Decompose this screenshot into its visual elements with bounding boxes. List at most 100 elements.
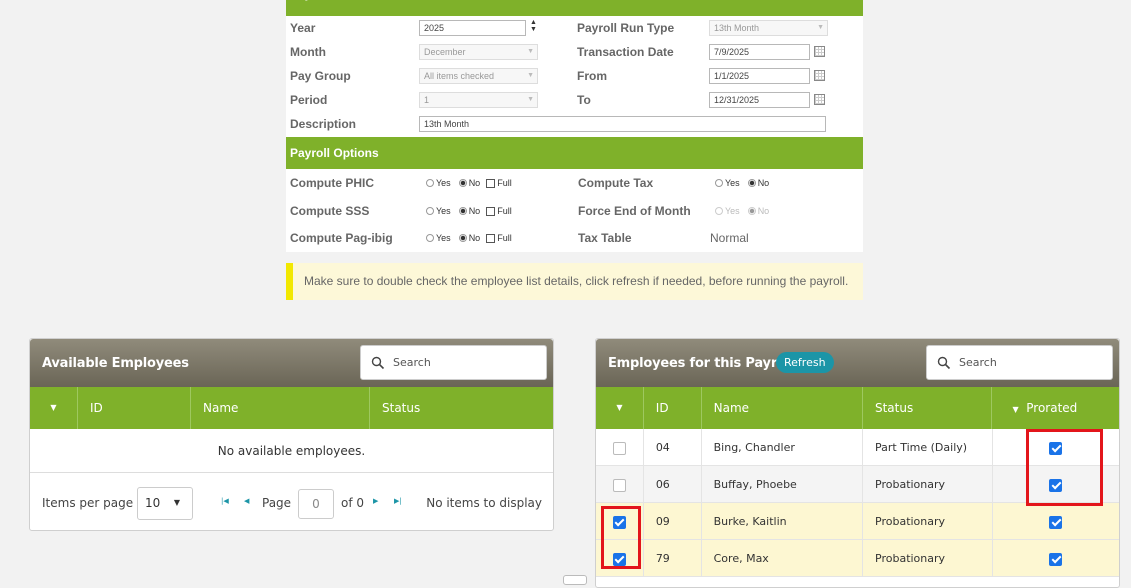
no-items-text: No items to display	[426, 496, 542, 510]
prev-page-icon[interactable]: ◀	[244, 497, 249, 505]
page-input[interactable]: 0	[298, 489, 334, 519]
full-label: Full	[497, 206, 512, 216]
grid-toolbar: Employees for this Payroll Refresh Searc…	[596, 339, 1119, 387]
prorated-checkbox[interactable]	[1049, 515, 1063, 529]
chevron-down-icon: ▼	[527, 72, 534, 79]
column-header-id[interactable]: ID	[78, 387, 191, 429]
items-per-page-select[interactable]: 10 ▼	[137, 487, 193, 520]
compute-sss-label: Compute SSS	[290, 204, 370, 218]
first-page-icon[interactable]: |◀	[221, 497, 229, 505]
calendar-icon[interactable]	[814, 70, 825, 81]
compute-sss-radios[interactable]: Yes No Full	[426, 206, 512, 216]
column-header-prorated[interactable]: ▼ Prorated	[992, 387, 1119, 429]
compute-phic-label: Compute PHIC	[290, 176, 374, 190]
row-status: Probationary	[863, 540, 993, 577]
to-date-input[interactable]: 12/31/2025	[709, 92, 810, 108]
column-header-name[interactable]: Name	[191, 387, 370, 429]
pager: Items per page 10 ▼ |◀ ◀ Page 0 of 0 ▶ ▶…	[30, 473, 553, 531]
last-page-icon[interactable]: ▶|	[394, 497, 402, 505]
transaction-date-input[interactable]: 7/9/2025	[709, 44, 810, 60]
row-select-cell	[596, 466, 644, 503]
items-per-page-label: Items per page	[42, 496, 134, 510]
pay-group-value: All items checked	[424, 71, 495, 81]
period-label: Period	[290, 93, 328, 107]
annotation-box-prorated	[1026, 429, 1103, 506]
search-input[interactable]: Search	[926, 345, 1113, 380]
no-label: No	[468, 206, 481, 216]
yes-label: Yes	[725, 206, 740, 216]
scroll-handle[interactable]	[563, 575, 587, 585]
row-name: Burke, Kaitlin	[702, 503, 864, 540]
calendar-icon[interactable]	[814, 46, 825, 57]
search-placeholder: Search	[959, 356, 997, 369]
radio-yes[interactable]	[426, 234, 434, 242]
radio-yes[interactable]	[715, 179, 723, 187]
items-per-page-value: 10	[145, 496, 161, 510]
grid-title: Employees for this Payroll	[608, 356, 795, 371]
yes-label: Yes	[436, 206, 451, 216]
table-row[interactable]: 79 Core, Max Probationary	[596, 540, 1119, 577]
transaction-date-label: Transaction Date	[577, 45, 674, 59]
row-name: Bing, Chandler	[702, 429, 864, 466]
to-label: To	[577, 93, 591, 107]
year-input[interactable]: 2025	[419, 20, 526, 36]
radio-no[interactable]	[458, 179, 467, 187]
row-select-checkbox[interactable]	[612, 441, 626, 455]
search-input[interactable]: Search	[360, 345, 547, 380]
full-checkbox[interactable]	[486, 206, 496, 216]
radio-yes[interactable]	[426, 179, 434, 187]
yes-label: Yes	[725, 178, 740, 188]
compute-phic-radios[interactable]: Yes No Full	[426, 178, 512, 188]
period-select[interactable]: 1 ▼	[419, 92, 538, 108]
run-type-select[interactable]: 13th Month ▼	[709, 20, 828, 36]
search-icon	[937, 356, 951, 370]
radio-yes[interactable]	[426, 207, 434, 215]
filter-menu-icon[interactable]: ▼	[596, 387, 644, 429]
no-label: No	[468, 178, 481, 188]
radio-no[interactable]	[458, 234, 467, 242]
row-status: Part Time (Daily)	[863, 429, 993, 466]
radio-yes[interactable]	[715, 207, 723, 215]
compute-tax-radios[interactable]: Yes No	[715, 178, 769, 188]
chevron-down-icon: ▼	[817, 24, 824, 31]
force-eom-radios[interactable]: Yes No	[715, 206, 769, 216]
radio-no[interactable]	[747, 179, 756, 187]
refresh-button[interactable]: Refresh	[776, 352, 834, 373]
search-placeholder: Search	[393, 356, 431, 369]
full-label: Full	[497, 233, 512, 243]
from-label: From	[577, 69, 607, 83]
prorated-checkbox[interactable]	[1049, 552, 1063, 566]
column-header-status[interactable]: Status	[863, 387, 993, 429]
year-spinner-icon[interactable]: ▲ ▼	[530, 19, 537, 33]
from-date-input[interactable]: 1/1/2025	[709, 68, 810, 84]
compute-pagibig-label: Compute Pag-ibig	[290, 231, 393, 245]
month-label: Month	[290, 45, 326, 59]
search-icon	[371, 356, 385, 370]
column-header-id[interactable]: ID	[644, 387, 702, 429]
filter-menu-icon[interactable]: ▼	[30, 387, 78, 429]
filter-menu-icon[interactable]: ▼	[1012, 405, 1018, 414]
description-input[interactable]: 13th Month	[419, 116, 826, 132]
full-checkbox[interactable]	[486, 178, 496, 188]
row-name: Core, Max	[702, 540, 864, 577]
calendar-icon[interactable]	[814, 94, 825, 105]
row-id: 06	[644, 466, 702, 503]
pay-group-select[interactable]: All items checked ▼	[419, 68, 538, 84]
run-type-label: Payroll Run Type	[577, 21, 675, 35]
radio-no[interactable]	[747, 207, 756, 215]
chevron-down-icon: ▼	[173, 498, 180, 507]
row-select-checkbox[interactable]	[612, 478, 626, 492]
next-page-icon[interactable]: ▶	[373, 497, 378, 505]
column-header-name[interactable]: Name	[702, 387, 863, 429]
notice-banner: Make sure to double check the employee l…	[286, 263, 863, 300]
tax-table-label: Tax Table	[578, 231, 632, 245]
yes-label: Yes	[436, 233, 451, 243]
month-select[interactable]: December ▼	[419, 44, 538, 60]
compute-pagibig-radios[interactable]: Yes No Full	[426, 233, 512, 243]
table-row[interactable]: 09 Burke, Kaitlin Probationary	[596, 503, 1119, 540]
column-header-status[interactable]: Status	[370, 387, 553, 429]
radio-no[interactable]	[458, 207, 467, 215]
period-value: 1	[424, 95, 430, 105]
full-checkbox[interactable]	[486, 233, 496, 243]
grid-toolbar: Available Employees Search	[30, 339, 553, 387]
